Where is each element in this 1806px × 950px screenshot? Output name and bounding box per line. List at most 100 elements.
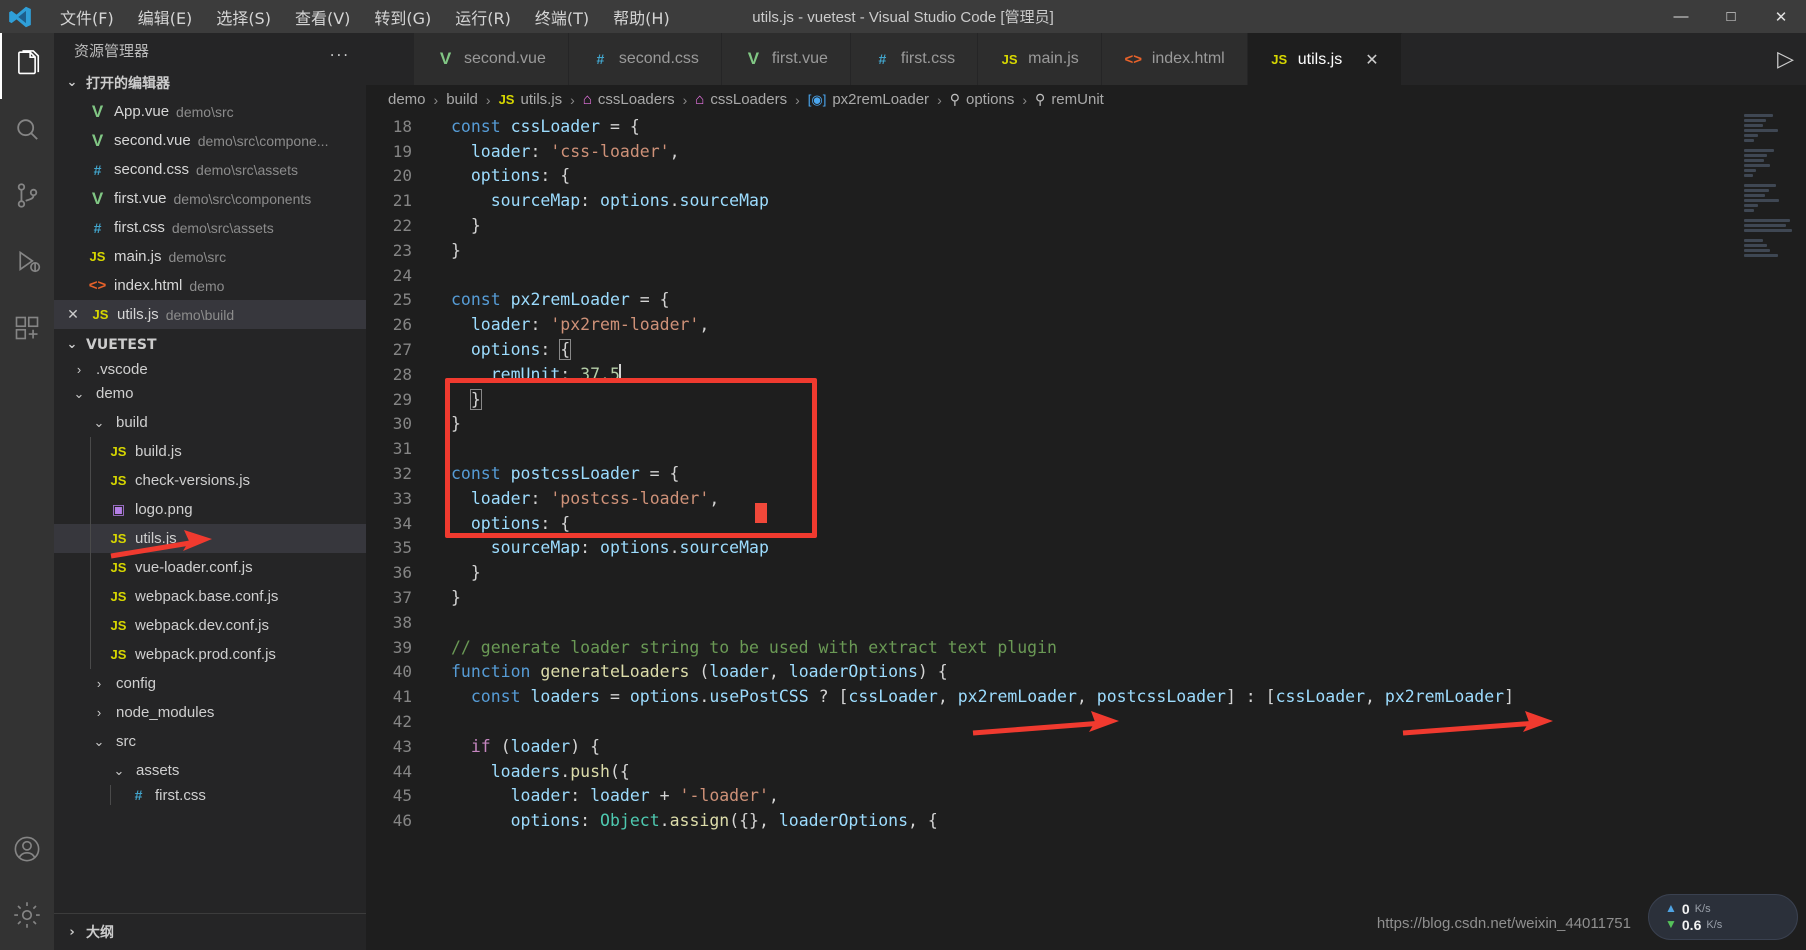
line-number: 27: [392, 340, 412, 360]
open-editor-item[interactable]: ✕ JS utils.js demo\build: [54, 300, 366, 329]
tree-folder-row[interactable]: ⌄ src: [54, 727, 366, 756]
arrow-up-icon: ▲: [1665, 901, 1677, 916]
close-button[interactable]: ✕: [1756, 0, 1806, 33]
outline-section-header[interactable]: › 大纲: [54, 913, 366, 950]
tab-utils-js[interactable]: JS utils.js ✕: [1247, 33, 1402, 85]
activity-item-extensions[interactable]: [0, 297, 54, 363]
tab-main-js[interactable]: JS main.js: [978, 33, 1102, 85]
menu-item-0[interactable]: 文件(F): [48, 1, 126, 33]
tree-file-row[interactable]: JS vue-loader.conf.js: [54, 553, 366, 582]
tree-folder-row[interactable]: ⌄ assets: [54, 756, 366, 785]
code-line: 34 options: {: [366, 511, 1806, 536]
tab-label: main.js: [1028, 50, 1079, 67]
tree-file-row[interactable]: JS webpack.prod.conf.js: [54, 640, 366, 669]
line-number: 18: [392, 116, 412, 136]
minimap-line: [1744, 189, 1769, 192]
activity-item-explorer[interactable]: [0, 33, 54, 99]
minimap-line: [1744, 209, 1754, 212]
menu-item-5[interactable]: 运行(R): [443, 1, 523, 33]
bracket-match: }: [469, 388, 482, 410]
line-content: remUnit: 37.5: [490, 364, 621, 385]
activity-item-source-control[interactable]: [0, 165, 54, 231]
tab-first-css[interactable]: # first.css: [850, 33, 979, 85]
menu-item-1[interactable]: 编辑(E): [126, 1, 205, 33]
open-editor-item[interactable]: Vfirst.vue demo\src\components: [54, 184, 366, 213]
tree-file-row[interactable]: JS webpack.dev.conf.js: [54, 611, 366, 640]
breadcrumb-item-5[interactable]: [◉] px2remLoader: [808, 91, 929, 108]
tab-first-vue[interactable]: Vfirst.vue: [721, 33, 851, 85]
js-icon: JS: [110, 589, 127, 604]
menu-item-4[interactable]: 转到(G): [362, 1, 443, 33]
js-icon: JS: [1271, 52, 1288, 67]
open-editor-item[interactable]: # first.css demo\src\assets: [54, 213, 366, 242]
menu-item-2[interactable]: 选择(S): [204, 1, 283, 33]
breadcrumb-item-2[interactable]: JS utils.js: [499, 91, 563, 108]
vue-icon: V: [91, 101, 104, 121]
open-editor-item[interactable]: # second.css demo\src\assets: [54, 155, 366, 184]
open-editor-path: demo\src: [176, 103, 234, 120]
tab-index-html[interactable]: <> index.html: [1101, 33, 1248, 85]
tab-second-vue[interactable]: Vsecond.vue: [414, 33, 569, 85]
open-editor-item[interactable]: Vsecond.vue demo\src\compone...: [54, 126, 366, 155]
tree-folder-row[interactable]: › .vscode: [54, 359, 366, 379]
open-editors-section-header[interactable]: ⌄ 打开的编辑器: [54, 68, 366, 97]
activity-item-accounts[interactable]: [0, 818, 54, 884]
line-content: }: [451, 414, 461, 434]
tree-folder-row[interactable]: › node_modules: [54, 698, 366, 727]
tree-folder-row[interactable]: ⌄ demo: [54, 379, 366, 408]
tree-folder-row[interactable]: ⌄ build: [54, 408, 366, 437]
upload-speed-value: 0: [1681, 900, 1690, 917]
minimize-button[interactable]: —: [1656, 0, 1706, 33]
line-number: 46: [392, 811, 412, 831]
open-editor-item[interactable]: V App.vue demo\src: [54, 97, 366, 126]
code-line: 46 options: Object.assign({}, loaderOpti…: [366, 808, 1806, 833]
maximize-button[interactable]: □: [1706, 0, 1756, 33]
activity-item-search[interactable]: [0, 99, 54, 165]
run-file-button[interactable]: ▷: [1777, 46, 1794, 72]
tree-file-row[interactable]: JS build.js: [54, 437, 366, 466]
tree-file-row[interactable]: JS utils.js: [54, 524, 366, 553]
open-editor-item[interactable]: JS main.js demo\src: [54, 242, 366, 271]
activity-item-settings[interactable]: [0, 884, 54, 950]
symbol-property-icon: [◉]: [807, 91, 827, 107]
line-number: 28: [392, 364, 412, 384]
activity-item-run-debug[interactable]: [0, 231, 54, 297]
breadcrumb[interactable]: demo › build › JS utils.js › ⌂ cssLoaders › ⌂ cssLo…: [366, 85, 1806, 114]
close-icon[interactable]: ✕: [1365, 50, 1378, 70]
menu-item-7[interactable]: 帮助(H): [601, 1, 682, 33]
chevron-down-icon: ⌄: [73, 385, 85, 401]
minimap-line: [1744, 239, 1764, 242]
workspace-section-header[interactable]: ⌄ VUETEST: [54, 330, 366, 359]
open-editor-item[interactable]: <> index.html demo: [54, 271, 366, 300]
close-icon[interactable]: ✕: [62, 306, 84, 323]
code-line: 38: [366, 610, 1806, 635]
breadcrumb-item-7[interactable]: ⚲ remUnit: [1035, 91, 1104, 108]
line-number: 36: [392, 563, 412, 583]
breadcrumb-item-0[interactable]: demo: [388, 91, 426, 108]
menu-item-6[interactable]: 终端(T): [523, 1, 601, 33]
tree-file-row[interactable]: JS webpack.base.conf.js: [54, 582, 366, 611]
js-icon: JS: [110, 531, 127, 546]
line-number: 45: [392, 786, 412, 806]
more-actions-icon[interactable]: ...: [330, 42, 350, 60]
breadcrumb-item-1[interactable]: build: [446, 91, 478, 108]
tree-file-row[interactable]: JS check-versions.js: [54, 466, 366, 495]
line-number: 23: [392, 240, 412, 260]
breadcrumb-item-3[interactable]: ⌂ cssLoaders: [583, 91, 675, 108]
breadcrumb-item-4[interactable]: ⌂ cssLoaders: [695, 91, 787, 108]
menu-item-3[interactable]: 查看(V): [283, 1, 362, 33]
breadcrumb-item-6[interactable]: ⚲ options: [950, 91, 1015, 108]
menu-bar[interactable]: 文件(F) 编辑(E) 选择(S) 查看(V) 转到(G) 运行(R) 终端(T) 帮助(H): [48, 1, 682, 33]
tree-item-label: node_modules: [116, 704, 215, 721]
tree-folder-row[interactable]: › config: [54, 669, 366, 698]
tree-file-row[interactable]: # first.css: [54, 785, 366, 805]
tabbar-left-spacer: [366, 33, 414, 85]
breadcrumb-label: utils.js: [520, 91, 563, 108]
arrow-down-icon: ▼: [1665, 917, 1677, 932]
tree-file-row[interactable]: ▣ logo.png: [54, 495, 366, 524]
code-editor[interactable]: 18 const cssLoader = {19 loader: 'css-loa…: [366, 114, 1806, 950]
line-content: }: [451, 216, 481, 236]
text-cursor: [618, 364, 621, 384]
css-icon: #: [93, 219, 102, 236]
tab-second-css[interactable]: # second.css: [568, 33, 722, 85]
